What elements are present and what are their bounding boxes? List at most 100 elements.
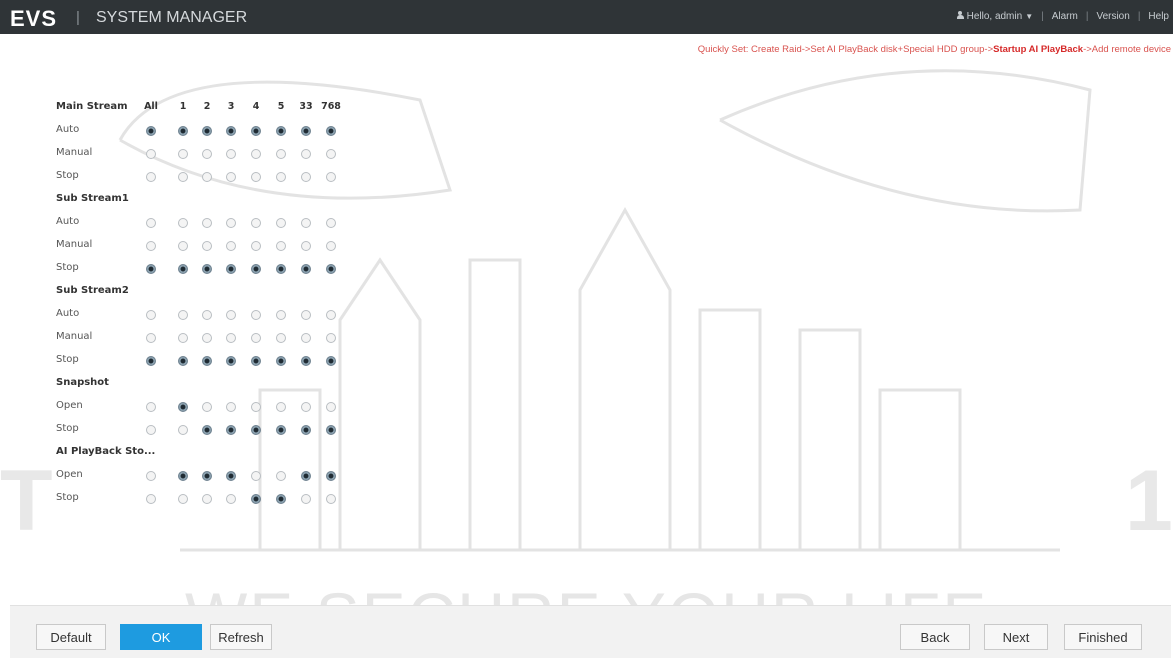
radio-button[interactable] (146, 172, 156, 182)
radio-button[interactable] (178, 241, 188, 251)
radio-button[interactable] (276, 494, 286, 504)
radio-button[interactable] (251, 425, 261, 435)
radio-button[interactable] (226, 149, 236, 159)
radio-button[interactable] (251, 471, 261, 481)
radio-button[interactable] (301, 172, 311, 182)
default-button[interactable]: Default (36, 624, 106, 650)
radio-button[interactable] (178, 310, 188, 320)
radio-button[interactable] (202, 149, 212, 159)
radio-button[interactable] (301, 218, 311, 228)
radio-button[interactable] (202, 494, 212, 504)
radio-button[interactable] (146, 149, 156, 159)
radio-button[interactable] (276, 241, 286, 251)
radio-button[interactable] (202, 356, 212, 366)
radio-button[interactable] (178, 218, 188, 228)
radio-button[interactable] (326, 241, 336, 251)
radio-button[interactable] (146, 218, 156, 228)
radio-button[interactable] (202, 425, 212, 435)
radio-button[interactable] (178, 149, 188, 159)
radio-button[interactable] (202, 218, 212, 228)
radio-button[interactable] (276, 172, 286, 182)
radio-button[interactable] (301, 241, 311, 251)
radio-button[interactable] (251, 126, 261, 136)
radio-button[interactable] (178, 402, 188, 412)
radio-button[interactable] (178, 471, 188, 481)
radio-button[interactable] (251, 172, 261, 182)
radio-button[interactable] (301, 149, 311, 159)
radio-button[interactable] (178, 126, 188, 136)
radio-button[interactable] (301, 402, 311, 412)
radio-button[interactable] (276, 264, 286, 274)
radio-button[interactable] (226, 494, 236, 504)
radio-button[interactable] (326, 494, 336, 504)
radio-button[interactable] (226, 333, 236, 343)
alarm-link[interactable]: Alarm (1052, 11, 1078, 22)
radio-button[interactable] (251, 402, 261, 412)
radio-button[interactable] (301, 356, 311, 366)
radio-button[interactable] (251, 149, 261, 159)
radio-button[interactable] (326, 172, 336, 182)
radio-button[interactable] (226, 402, 236, 412)
radio-button[interactable] (276, 149, 286, 159)
radio-button[interactable] (226, 310, 236, 320)
radio-button[interactable] (202, 241, 212, 251)
radio-button[interactable] (146, 494, 156, 504)
radio-button[interactable] (178, 356, 188, 366)
radio-button[interactable] (276, 471, 286, 481)
radio-button[interactable] (301, 310, 311, 320)
radio-button[interactable] (326, 356, 336, 366)
radio-button[interactable] (326, 149, 336, 159)
radio-button[interactable] (178, 425, 188, 435)
radio-button[interactable] (301, 425, 311, 435)
radio-button[interactable] (146, 310, 156, 320)
radio-button[interactable] (301, 333, 311, 343)
radio-button[interactable] (226, 126, 236, 136)
radio-button[interactable] (276, 126, 286, 136)
radio-button[interactable] (178, 333, 188, 343)
radio-button[interactable] (146, 126, 156, 136)
version-link[interactable]: Version (1096, 11, 1129, 22)
radio-button[interactable] (226, 218, 236, 228)
radio-button[interactable] (251, 494, 261, 504)
help-link[interactable]: Help (1148, 11, 1169, 22)
radio-button[interactable] (226, 356, 236, 366)
radio-button[interactable] (251, 356, 261, 366)
radio-button[interactable] (326, 333, 336, 343)
radio-button[interactable] (301, 264, 311, 274)
radio-button[interactable] (226, 471, 236, 481)
radio-button[interactable] (226, 425, 236, 435)
radio-button[interactable] (226, 264, 236, 274)
radio-button[interactable] (301, 471, 311, 481)
radio-button[interactable] (202, 471, 212, 481)
radio-button[interactable] (276, 310, 286, 320)
radio-button[interactable] (146, 264, 156, 274)
radio-button[interactable] (301, 494, 311, 504)
radio-button[interactable] (301, 126, 311, 136)
radio-button[interactable] (202, 172, 212, 182)
radio-button[interactable] (146, 425, 156, 435)
radio-button[interactable] (251, 264, 261, 274)
radio-button[interactable] (326, 218, 336, 228)
radio-button[interactable] (251, 218, 261, 228)
radio-button[interactable] (202, 333, 212, 343)
radio-button[interactable] (251, 241, 261, 251)
radio-button[interactable] (326, 402, 336, 412)
radio-button[interactable] (276, 356, 286, 366)
radio-button[interactable] (276, 218, 286, 228)
radio-button[interactable] (146, 356, 156, 366)
radio-button[interactable] (202, 402, 212, 412)
radio-button[interactable] (276, 402, 286, 412)
radio-button[interactable] (226, 172, 236, 182)
radio-button[interactable] (251, 333, 261, 343)
radio-button[interactable] (326, 126, 336, 136)
radio-button[interactable] (178, 494, 188, 504)
radio-button[interactable] (202, 126, 212, 136)
radio-button[interactable] (146, 241, 156, 251)
radio-button[interactable] (326, 310, 336, 320)
radio-button[interactable] (146, 333, 156, 343)
back-button[interactable]: Back (900, 624, 970, 650)
radio-button[interactable] (326, 264, 336, 274)
radio-button[interactable] (326, 471, 336, 481)
refresh-button[interactable]: Refresh (210, 624, 272, 650)
radio-button[interactable] (202, 264, 212, 274)
